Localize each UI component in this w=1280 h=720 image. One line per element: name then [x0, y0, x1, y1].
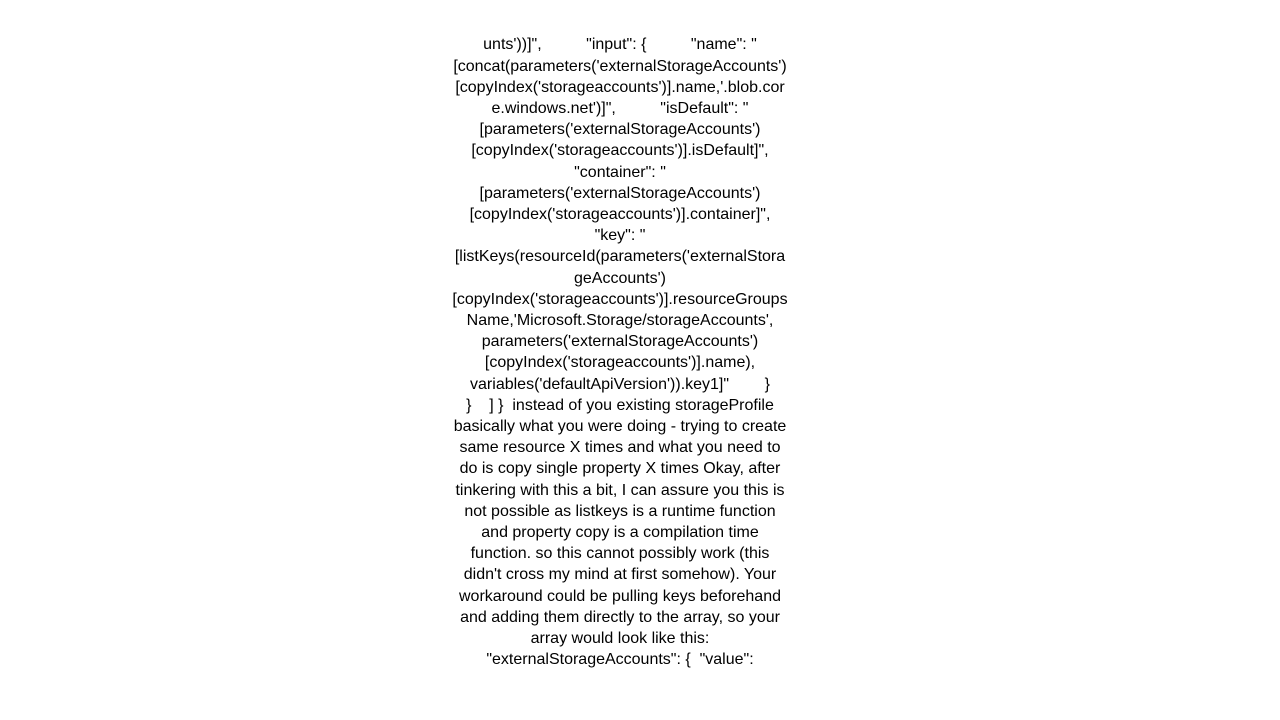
text-content-column: unts'))]", "input": { "name": "[concat(p…: [451, 0, 789, 713]
body-paragraph: unts'))]", "input": { "name": "[concat(p…: [452, 36, 838, 669]
page-viewport: unts'))]", "input": { "name": "[concat(p…: [0, 0, 1280, 720]
